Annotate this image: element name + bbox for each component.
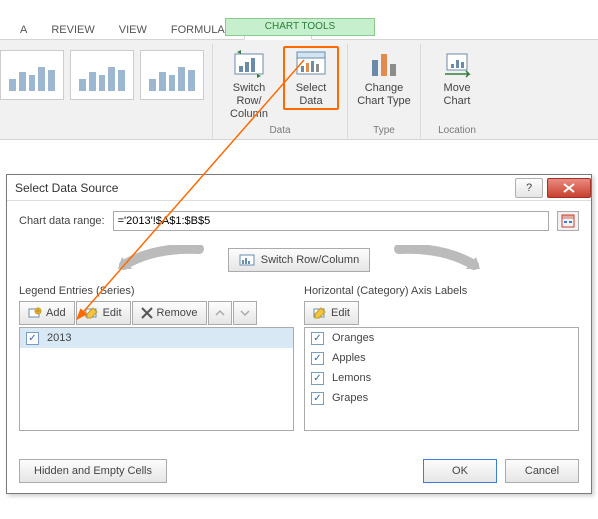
range-picker-icon (561, 214, 575, 228)
change-chart-type-label: Change Chart Type (357, 82, 411, 108)
switch-row-column-label: Switch Row/ Column (221, 82, 277, 122)
checkbox[interactable]: ✓ (311, 392, 324, 405)
dialog-footer: Hidden and Empty Cells OK Cancel (19, 459, 579, 483)
legend-entries-column: Legend Entries (Series) Add Edit Remove (19, 285, 294, 431)
change-chart-type-button[interactable]: Change Chart Type (356, 46, 412, 108)
edit-icon (85, 306, 99, 320)
add-series-button[interactable]: Add (19, 301, 75, 325)
chart-data-range-input[interactable] (113, 211, 549, 231)
edit-icon (313, 306, 327, 320)
category-listbox[interactable]: ✓ Oranges ✓ Apples ✓ Lemons ✓ Grapes (304, 327, 579, 431)
help-icon: ? (526, 182, 532, 194)
group-location-label: Location (438, 123, 476, 136)
close-icon (563, 183, 575, 193)
list-item[interactable]: ✓ Oranges (305, 328, 578, 348)
list-item[interactable]: ✓ Grapes (305, 388, 578, 408)
select-data-label: Select Data (296, 82, 327, 108)
select-data-source-dialog: Select Data Source ? Chart data range: S… (6, 174, 592, 494)
edit-axis-labels-button[interactable]: Edit (304, 301, 359, 325)
series-listbox[interactable]: ✓ 2013 (19, 327, 294, 431)
chevron-up-icon (215, 309, 225, 317)
help-button[interactable]: ? (515, 178, 543, 198)
dialog-title: Select Data Source (15, 181, 118, 195)
change-chart-type-icon (368, 48, 400, 80)
group-type: Change Chart Type Type (348, 44, 421, 138)
chevron-down-icon (240, 309, 250, 317)
switch-icon (239, 252, 255, 268)
ok-button[interactable]: OK (423, 459, 497, 483)
axis-labels-column: Horizontal (Category) Axis Labels Edit ✓… (304, 285, 579, 431)
swoop-right-icon (394, 245, 484, 275)
edit-series-button[interactable]: Edit (76, 301, 131, 325)
category-name: Apples (332, 352, 366, 364)
chart-data-range-label: Chart data range: (19, 215, 105, 227)
switch-row-column-dialog-label: Switch Row/Column (261, 254, 359, 266)
list-item[interactable]: ✓ Lemons (305, 368, 578, 388)
move-up-button[interactable] (208, 301, 232, 325)
edit-series-label: Edit (103, 307, 122, 319)
switch-row-column-row: Switch Row/Column (19, 245, 579, 275)
move-chart-icon (441, 48, 473, 80)
checkbox[interactable]: ✓ (26, 332, 39, 345)
remove-icon (141, 307, 153, 319)
group-type-label: Type (373, 123, 395, 136)
series-name: 2013 (47, 332, 71, 344)
edit-axis-labels-label: Edit (331, 307, 350, 319)
tab-a[interactable]: A (8, 21, 39, 39)
swoop-left-icon (114, 245, 204, 275)
dialog-titlebar: Select Data Source ? (7, 175, 591, 201)
ribbon-body: Switch Row/ Column Select Data Data Chan… (0, 40, 598, 140)
checkbox[interactable]: ✓ (311, 372, 324, 385)
ribbon: CHART TOOLS A REVIEW VIEW FORMULAS DESIG… (0, 18, 598, 140)
category-name: Oranges (332, 332, 374, 344)
group-data: Switch Row/ Column Select Data Data (213, 44, 348, 138)
list-item[interactable]: ✓ 2013 (20, 328, 293, 348)
switch-row-column-dialog-button[interactable]: Switch Row/Column (228, 248, 370, 272)
legend-entries-title: Legend Entries (Series) (19, 285, 294, 297)
checkbox[interactable]: ✓ (311, 352, 324, 365)
category-name: Lemons (332, 372, 371, 384)
checkbox[interactable]: ✓ (311, 332, 324, 345)
add-series-label: Add (46, 307, 66, 319)
group-location: Move Chart Location (421, 44, 493, 138)
switch-row-column-icon (233, 48, 265, 80)
tab-review[interactable]: REVIEW (39, 21, 106, 39)
remove-series-label: Remove (157, 307, 198, 319)
select-data-icon (295, 48, 327, 80)
chart-data-range-row: Chart data range: (19, 211, 579, 231)
chart-style-2[interactable] (70, 50, 134, 100)
move-chart-button[interactable]: Move Chart (429, 46, 485, 108)
cancel-button[interactable]: Cancel (505, 459, 579, 483)
close-button[interactable] (547, 178, 591, 198)
contextual-tab-chart-tools: CHART TOOLS (225, 18, 375, 36)
axis-labels-title: Horizontal (Category) Axis Labels (304, 285, 579, 297)
chart-style-1[interactable] (0, 50, 64, 100)
list-item[interactable]: ✓ Apples (305, 348, 578, 368)
move-chart-label: Move Chart (444, 82, 471, 108)
range-picker-button[interactable] (557, 211, 579, 231)
move-down-button[interactable] (233, 301, 257, 325)
switch-row-column-button[interactable]: Switch Row/ Column (221, 46, 277, 122)
add-icon (28, 306, 42, 320)
group-chart-styles (0, 44, 213, 138)
chart-style-3[interactable] (140, 50, 204, 100)
group-data-label: Data (269, 123, 290, 136)
remove-series-button[interactable]: Remove (132, 301, 207, 325)
category-name: Grapes (332, 392, 368, 404)
hidden-empty-cells-button[interactable]: Hidden and Empty Cells (19, 459, 167, 483)
select-data-button[interactable]: Select Data (283, 46, 339, 110)
tab-view[interactable]: VIEW (107, 21, 159, 39)
